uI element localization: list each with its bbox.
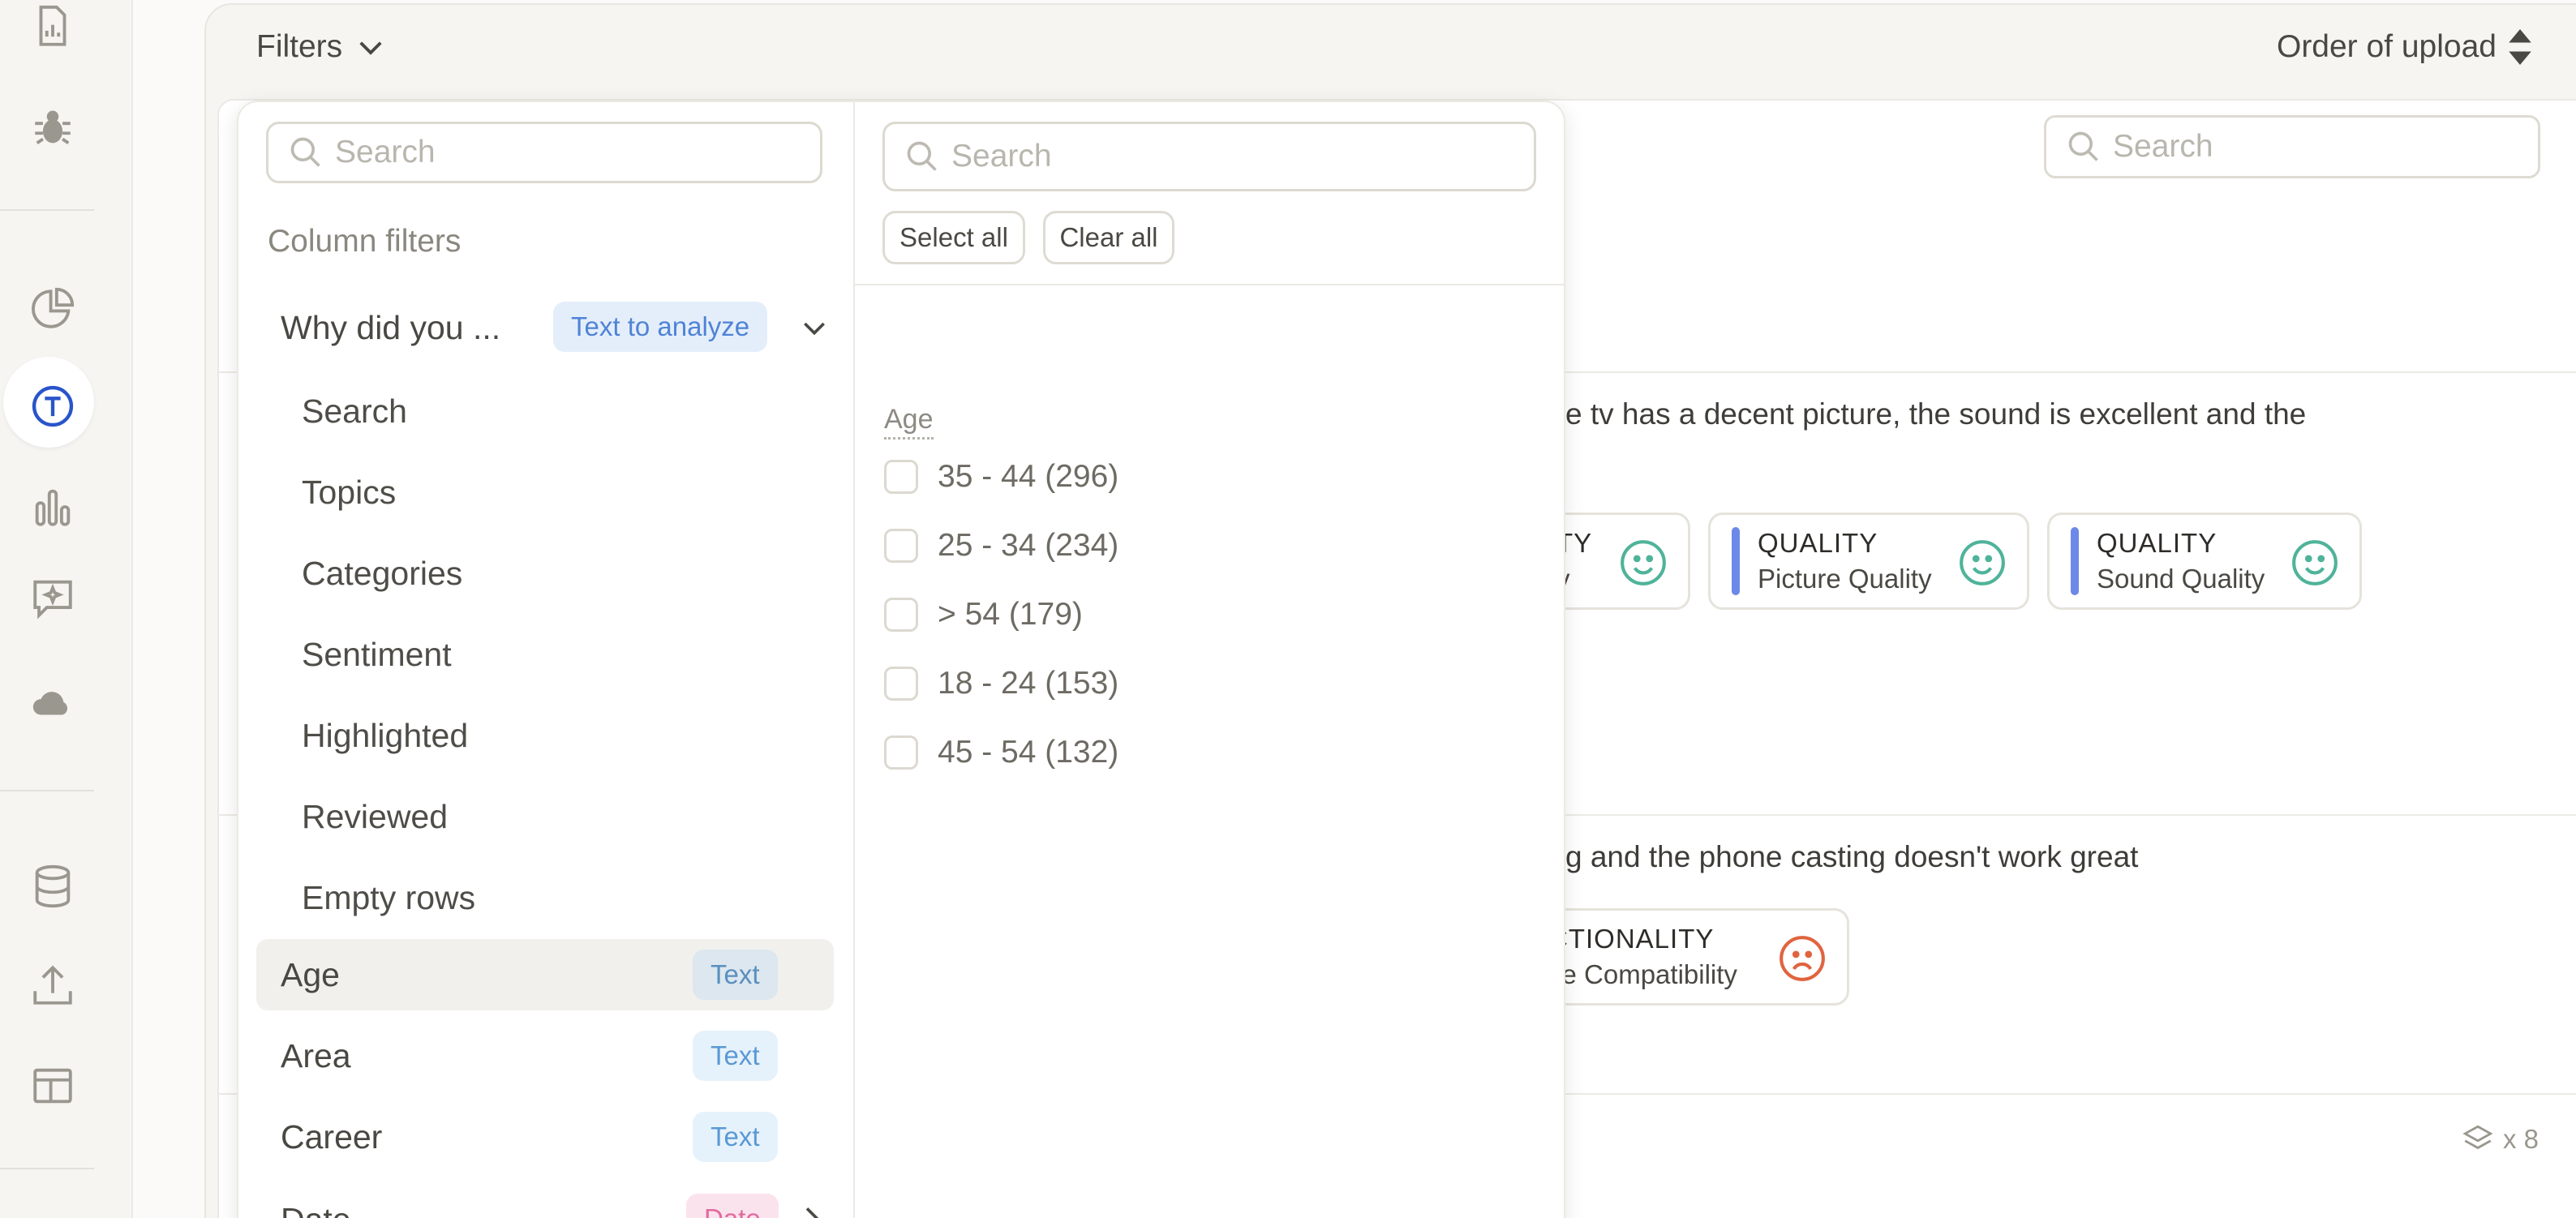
column-search-input[interactable]: Search xyxy=(266,122,822,183)
tag-chip[interactable]: QUALITY Sound Quality xyxy=(2047,513,2362,610)
value-option-label: > 54 (179) xyxy=(938,597,1083,632)
rail-divider xyxy=(0,790,94,791)
row-response-text: g and the phone casting doesn't work gre… xyxy=(1565,840,2139,873)
filters-dropdown: Search Column filters Why did you ... Te… xyxy=(237,101,1565,1218)
value-option-label: 35 - 44 (296) xyxy=(938,459,1119,494)
column-filters-title: Column filters xyxy=(268,224,462,259)
results-search-input[interactable]: Search xyxy=(2044,115,2540,178)
tag-subcategory: ce Compatibility xyxy=(1548,959,1737,989)
filter-column-label: Date xyxy=(281,1201,351,1218)
value-checkbox[interactable] xyxy=(884,460,918,494)
filter-column-label: Age xyxy=(281,955,340,993)
chevron-down-icon xyxy=(359,41,382,55)
text-analysis-icon[interactable] xyxy=(28,381,78,431)
pie-chart-icon[interactable] xyxy=(28,284,78,334)
filter-option-topics[interactable]: Topics xyxy=(302,474,396,512)
tag-subcategory: Picture Quality xyxy=(1758,564,1932,594)
column-search-placeholder: Search xyxy=(335,135,436,169)
layout-icon[interactable] xyxy=(28,1061,78,1111)
value-option[interactable]: 45 - 54 (132) xyxy=(884,735,1118,770)
bug-icon[interactable] xyxy=(28,102,78,152)
layers-icon xyxy=(2462,1125,2493,1150)
value-option[interactable]: 35 - 44 (296) xyxy=(884,459,1118,495)
filter-option-search[interactable]: Search xyxy=(302,392,407,431)
value-option-label: 45 - 54 (132) xyxy=(938,735,1119,770)
filter-column-label: Why did you ... xyxy=(281,308,501,346)
tag-category: CTIONALITY xyxy=(1548,924,1715,954)
column-type-badge: Text to analyze xyxy=(553,302,768,352)
filter-column-label: Area xyxy=(281,1036,351,1074)
bar-chart-icon[interactable] xyxy=(28,482,78,532)
filter-option-categories[interactable]: Categories xyxy=(302,555,462,593)
value-option[interactable]: 18 - 24 (153) xyxy=(884,666,1118,701)
upload-icon[interactable] xyxy=(28,960,78,1010)
column-type-badge: Text xyxy=(693,1031,778,1081)
search-icon xyxy=(907,141,937,171)
filter-option-sentiment[interactable]: Sentiment xyxy=(302,636,452,674)
tag-category: QUALITY xyxy=(1758,528,1878,558)
value-filters-pane: Search Select all Clear all Age 35 - 44 … xyxy=(855,102,1564,1218)
value-option-label: 25 - 34 (234) xyxy=(938,528,1119,563)
clear-all-button[interactable]: Clear all xyxy=(1043,211,1174,264)
filters-toggle[interactable]: Filters xyxy=(256,29,388,65)
value-option-label: 18 - 24 (153) xyxy=(938,666,1119,701)
layers-count-label: x 8 xyxy=(2502,1124,2539,1154)
tag-category: QUALITY xyxy=(2097,528,2218,558)
chevron-down-icon[interactable] xyxy=(798,311,831,344)
filter-column-label: Career xyxy=(281,1117,383,1156)
database-icon[interactable] xyxy=(28,861,78,911)
sort-icon xyxy=(2509,29,2531,65)
rail-divider xyxy=(0,209,94,211)
value-checkbox[interactable] xyxy=(884,736,918,770)
results-search-placeholder: Search xyxy=(2113,129,2213,164)
sparkle-chat-icon[interactable] xyxy=(28,573,78,623)
value-checkbox[interactable] xyxy=(884,529,918,563)
chevron-right-icon[interactable] xyxy=(795,1202,827,1218)
column-type-badge: Text xyxy=(693,1112,778,1162)
value-option[interactable]: 25 - 34 (234) xyxy=(884,528,1118,564)
column-filters-pane: Search Column filters Why did you ... Te… xyxy=(238,102,853,1218)
column-type-badge: Text xyxy=(693,950,778,1000)
filter-option-reviewed[interactable]: Reviewed xyxy=(302,798,448,836)
value-option[interactable]: > 54 (179) xyxy=(884,597,1083,633)
row-response-text: e tv has a decent picture, the sound is … xyxy=(1565,397,2307,431)
frown-icon xyxy=(1780,936,1825,981)
filter-option-highlighted[interactable]: Highlighted xyxy=(302,717,468,755)
value-checkbox[interactable] xyxy=(884,667,918,701)
select-all-button[interactable]: Select all xyxy=(882,211,1025,264)
report-icon[interactable] xyxy=(28,2,78,52)
smile-icon xyxy=(1960,540,2005,585)
tag-chip[interactable]: QUALITY Picture Quality xyxy=(1708,513,2029,610)
layers-count: x 8 xyxy=(2461,1122,2539,1156)
rail-divider xyxy=(0,1168,94,1169)
search-icon xyxy=(2068,131,2098,161)
search-icon xyxy=(290,137,320,167)
sort-order-select[interactable]: Order of upload xyxy=(2277,29,2534,65)
pane-divider xyxy=(855,284,1564,285)
value-group-label: Age xyxy=(884,404,934,440)
tag-subcategory: Sound Quality xyxy=(2097,564,2265,594)
value-search-input[interactable]: Search xyxy=(882,122,1536,191)
left-rail xyxy=(0,0,133,1218)
tag-color-bar xyxy=(2071,527,2079,595)
column-type-badge: Date xyxy=(686,1194,779,1218)
value-search-placeholder: Search xyxy=(951,139,1052,174)
cloud-icon[interactable] xyxy=(28,678,78,728)
order-label: Order of upload xyxy=(2276,29,2497,64)
filter-option-empty-rows[interactable]: Empty rows xyxy=(302,879,475,917)
value-checkbox[interactable] xyxy=(884,598,918,632)
smile-icon xyxy=(2292,540,2338,585)
tag-color-bar xyxy=(1732,527,1740,595)
filters-label: Filters xyxy=(256,29,343,64)
smile-icon xyxy=(1621,540,1666,585)
